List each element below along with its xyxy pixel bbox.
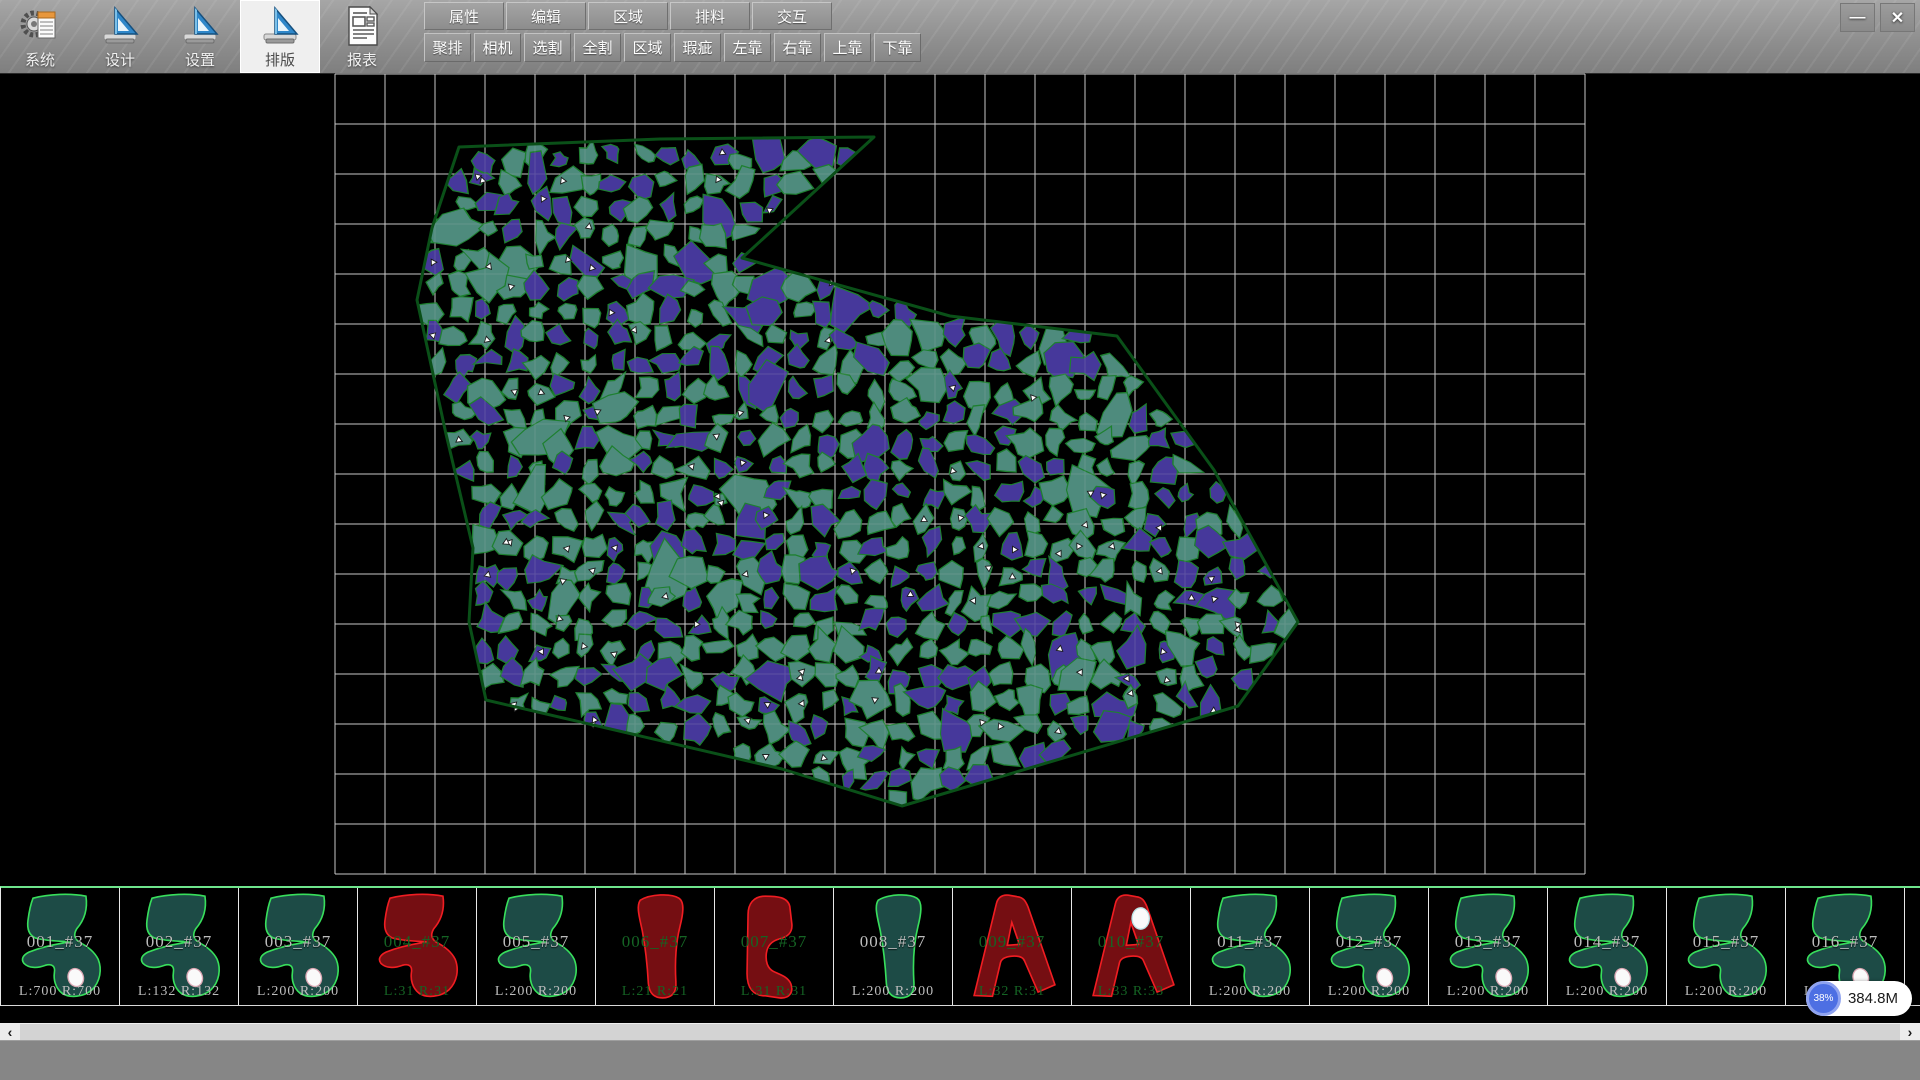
tool-button-3[interactable]: 选割 [524, 33, 571, 62]
scroll-left-arrow[interactable]: ‹ [0, 1024, 20, 1041]
set-square-icon [178, 4, 222, 48]
status-pill: 38% 384.8M [1806, 981, 1912, 1016]
menu-tab-row: 属性编辑区域排料交互 [424, 2, 921, 30]
tool-button-row: 聚排相机选割全割区域瑕疵左靠右靠上靠下靠 [424, 33, 921, 62]
part-lr-count-label: L:21 R:21 [596, 984, 714, 1000]
part-name-label: 002_#37 [120, 932, 238, 952]
part-name-label: 009_#37 [953, 932, 1071, 952]
part-thumbnail-9[interactable]: 009_#37 L:32 R:31 [953, 888, 1072, 1005]
tool-button-9[interactable]: 上靠 [824, 33, 871, 62]
part-lr-count-label: L:31 R:31 [358, 984, 476, 1000]
part-name-label: 003_#37 [239, 932, 357, 952]
part-name-label: 005_#37 [477, 932, 595, 952]
app-tab-4[interactable]: 排版 [240, 0, 320, 73]
part-lr-count-label: L:200 R:200 [834, 984, 952, 1000]
part-name-label: 004_#37 [358, 932, 476, 952]
part-lr-count-label: L:200 R:200 [1429, 984, 1547, 1000]
minimize-button[interactable]: — [1840, 3, 1875, 32]
part-name-label: 008_#37 [834, 932, 952, 952]
part-name-label: 017_#37 [1905, 932, 1920, 952]
set-square-icon [258, 4, 302, 48]
part-thumbnail-5[interactable]: 005_#37 L:200 R:200 [477, 888, 596, 1005]
part-name-label: 013_#37 [1429, 932, 1547, 952]
progress-circle: 38% [1806, 981, 1841, 1016]
part-lr-count-label: L:200 R:200 [1191, 984, 1309, 1000]
app-tab-label: 报表 [347, 49, 377, 70]
app-tab-1[interactable]: 系统 [0, 0, 80, 73]
tool-button-8[interactable]: 右靠 [774, 33, 821, 62]
menu-tab-3[interactable]: 区域 [588, 2, 668, 30]
tool-button-4[interactable]: 全割 [574, 33, 621, 62]
part-lr-count-label: L:32 R:31 [953, 984, 1071, 1000]
part-name-label: 016_#37 [1786, 932, 1904, 952]
set-square-icon [98, 4, 142, 48]
part-thumbnail-10[interactable]: 010_#37 L:33 R:33 [1072, 888, 1191, 1005]
part-lr-count-label: L:33 R:33 [1072, 984, 1190, 1000]
part-thumbnail-14[interactable]: 014_#37 L:200 R:200 [1548, 888, 1667, 1005]
tool-button-6[interactable]: 瑕疵 [674, 33, 721, 62]
part-lr-count-label: L:200 R:200 [1548, 984, 1666, 1000]
tool-button-5[interactable]: 区域 [624, 33, 671, 62]
app-tab-label: 系统 [25, 49, 55, 70]
app-window: 系统设计设置排版报表 属性编辑区域排料交互 聚排相机选割全割区域瑕疵左靠右靠上靠… [0, 0, 1920, 1080]
menu-tab-4[interactable]: 排料 [670, 2, 750, 30]
scroll-right-arrow[interactable]: › [1900, 1024, 1920, 1041]
parts-thumbnail-strip: 001_#37L:700 R:700002_#37L:132 R:132003_… [0, 886, 1920, 1006]
report-doc-icon [340, 4, 384, 48]
part-lr-count-label: L:132 R:132 [120, 984, 238, 1000]
part-thumbnail-15[interactable]: 015_#37 L:200 R:200 [1667, 888, 1786, 1005]
app-tab-3[interactable]: 设置 [160, 0, 240, 73]
app-tab-label: 排版 [265, 49, 295, 70]
gear-doc-icon [18, 4, 62, 48]
part-name-label: 011_#37 [1191, 932, 1309, 952]
menu-tab-2[interactable]: 编辑 [506, 2, 586, 30]
menu-area: 属性编辑区域排料交互 聚排相机选割全割区域瑕疵左靠右靠上靠下靠 [424, 0, 921, 62]
app-tab-2[interactable]: 设计 [80, 0, 160, 73]
close-button[interactable]: ✕ [1880, 3, 1915, 32]
part-lr-count-label: L:700 R:700 [1, 984, 119, 1000]
part-name-label: 006_#37 [596, 932, 714, 952]
part-thumbnail-7[interactable]: 007_#37 L:31 R:31 [715, 888, 834, 1005]
bottom-status-bar [0, 1040, 1920, 1080]
part-lr-count-label: L:200 R:200 [477, 984, 595, 1000]
tool-button-2[interactable]: 相机 [474, 33, 521, 62]
part-lr-count-label: L:31 R:31 [715, 984, 833, 1000]
part-thumbnail-1[interactable]: 001_#37 L:700 R:700 [1, 888, 120, 1005]
part-lr-count-label: L:200 R:200 [1310, 984, 1428, 1000]
horizontal-scrollbar[interactable]: ‹ › [0, 1023, 1920, 1041]
part-thumbnail-13[interactable]: 013_#37 L:200 R:200 [1429, 888, 1548, 1005]
menu-tab-5[interactable]: 交互 [752, 2, 832, 30]
part-thumbnail-2[interactable]: 002_#37 L:132 R:132 [120, 888, 239, 1005]
part-name-label: 012_#37 [1310, 932, 1428, 952]
app-tab-label: 设计 [105, 49, 135, 70]
part-thumbnail-4[interactable]: 004_#37 L:31 R:31 [358, 888, 477, 1005]
part-thumbnail-12[interactable]: 012_#37 L:200 R:200 [1310, 888, 1429, 1005]
part-name-label: 014_#37 [1548, 932, 1666, 952]
toolbar: 系统设计设置排版报表 属性编辑区域排料交互 聚排相机选割全割区域瑕疵左靠右靠上靠… [0, 0, 1920, 74]
part-name-label: 001_#37 [1, 932, 119, 952]
menu-tab-1[interactable]: 属性 [424, 2, 504, 30]
window-controls: — ✕ [1840, 3, 1915, 32]
memory-usage-label: 384.8M [1848, 990, 1898, 1007]
part-thumbnail-3[interactable]: 003_#37 L:200 R:200 [239, 888, 358, 1005]
part-lr-count-label: L:200 R:200 [239, 984, 357, 1000]
part-lr-count-label: L:200 R:200 [1667, 984, 1785, 1000]
tool-button-7[interactable]: 左靠 [724, 33, 771, 62]
app-tab-5[interactable]: 报表 [322, 0, 402, 73]
nesting-canvas[interactable] [0, 73, 1920, 1023]
part-thumbnail-11[interactable]: 011_#37 L:200 R:200 [1191, 888, 1310, 1005]
part-thumbnail-8[interactable]: 008_#37 L:200 R:200 [834, 888, 953, 1005]
part-name-label: 010_#37 [1072, 932, 1190, 952]
part-name-label: 007_#37 [715, 932, 833, 952]
tool-button-1[interactable]: 聚排 [424, 33, 471, 62]
app-tab-label: 设置 [185, 49, 215, 70]
part-name-label: 015_#37 [1667, 932, 1785, 952]
tool-button-10[interactable]: 下靠 [874, 33, 921, 62]
part-thumbnail-6[interactable]: 006_#37 L:21 R:21 [596, 888, 715, 1005]
app-launcher-group: 系统 设计 设置 排版 报表 [0, 0, 402, 73]
